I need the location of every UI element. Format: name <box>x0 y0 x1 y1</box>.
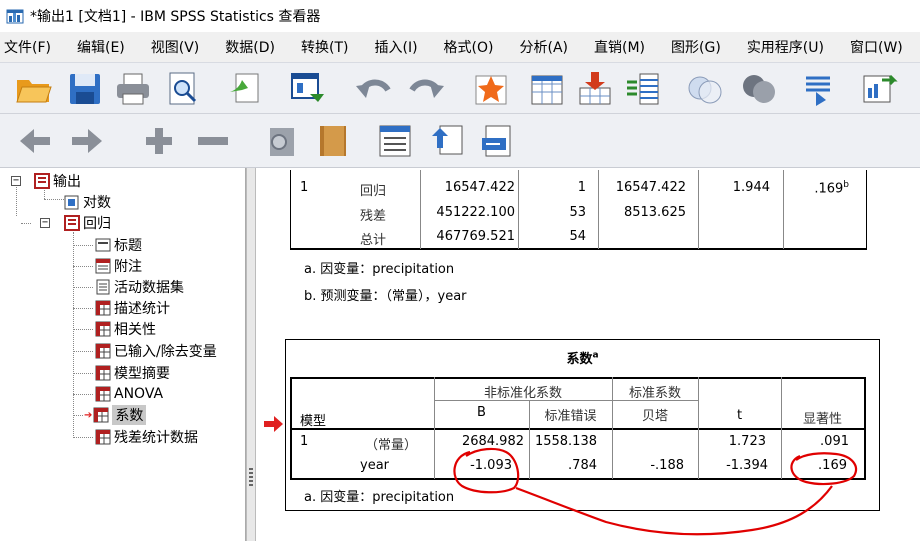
annotation-connector-curve <box>515 485 833 536</box>
red-annotation-overlay <box>453 447 858 536</box>
annotation-circle-sig <box>790 452 858 486</box>
annotation-circle-b <box>453 447 520 494</box>
